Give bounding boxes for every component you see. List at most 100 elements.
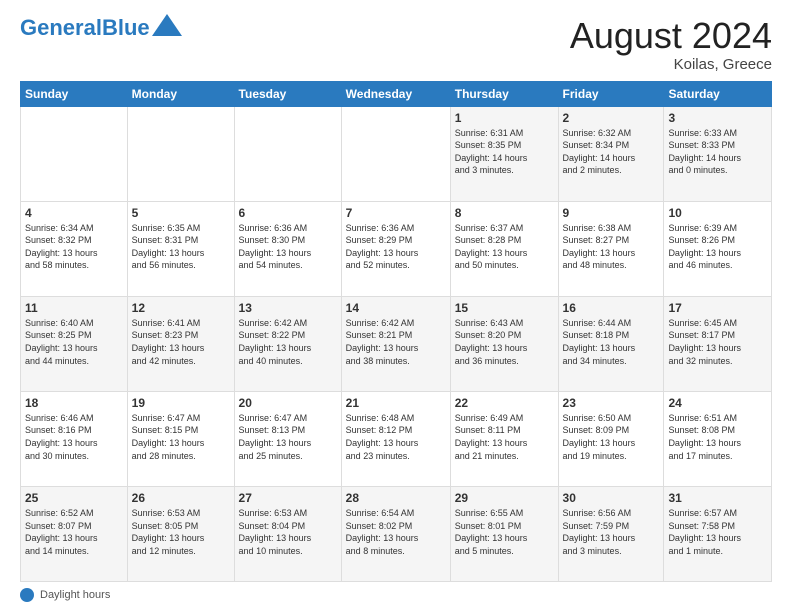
day-info: Sunrise: 6:52 AM Sunset: 8:07 PM Dayligh… (25, 507, 123, 557)
calendar: Sunday Monday Tuesday Wednesday Thursday… (20, 81, 772, 582)
logo: GeneralBlue (20, 16, 182, 40)
col-saturday: Saturday (664, 81, 772, 106)
day-info: Sunrise: 6:32 AM Sunset: 8:34 PM Dayligh… (563, 127, 660, 177)
calendar-cell-2-6: 17 Sunrise: 6:45 AM Sunset: 8:17 PM Dayli… (664, 296, 772, 391)
day-number: 23 (563, 396, 660, 410)
calendar-week-0: 1Sunrise: 6:31 AM Sunset: 8:35 PM Daylig… (21, 106, 772, 201)
calendar-cell-2-5: 16Sunrise: 6:44 AM Sunset: 8:18 PM Dayli… (558, 296, 664, 391)
calendar-cell-3-3: 21 Sunrise: 6:48 AM Sunset: 8:12 PM Dayli… (341, 391, 450, 486)
calendar-cell-1-3: 7 Sunrise: 6:36 AM Sunset: 8:29 PM Daylig… (341, 201, 450, 296)
calendar-week-3: 18Sunrise: 6:46 AM Sunset: 8:16 PM Dayli… (21, 391, 772, 486)
calendar-cell-1-5: 9Sunrise: 6:38 AM Sunset: 8:27 PM Daylig… (558, 201, 664, 296)
day-info: Sunrise: 6:50 AM Sunset: 8:09 PM Dayligh… (563, 412, 660, 462)
calendar-cell-0-6: 3 Sunrise: 6:33 AM Sunset: 8:33 PM Daylig… (664, 106, 772, 201)
calendar-cell-1-0: 4 Sunrise: 6:34 AM Sunset: 8:32 PM Daylig… (21, 201, 128, 296)
day-info: Sunrise: 6:34 AM Sunset: 8:32 PM Dayligh… (25, 222, 123, 272)
calendar-cell-2-4: 15 Sunrise: 6:43 AM Sunset: 8:20 PM Dayli… (450, 296, 558, 391)
calendar-cell-3-2: 20 Sunrise: 6:47 AM Sunset: 8:13 PM Dayli… (234, 391, 341, 486)
day-number: 17 (668, 301, 767, 315)
day-number: 28 (346, 491, 446, 505)
day-number: 25 (25, 491, 123, 505)
calendar-cell-1-2: 6Sunrise: 6:36 AM Sunset: 8:30 PM Daylig… (234, 201, 341, 296)
day-number: 4 (25, 206, 123, 220)
day-info: Sunrise: 6:37 AM Sunset: 8:28 PM Dayligh… (455, 222, 554, 272)
calendar-week-1: 4 Sunrise: 6:34 AM Sunset: 8:32 PM Daylig… (21, 201, 772, 296)
calendar-cell-4-2: 27Sunrise: 6:53 AM Sunset: 8:04 PM Dayli… (234, 486, 341, 581)
col-thursday: Thursday (450, 81, 558, 106)
header-row: Sunday Monday Tuesday Wednesday Thursday… (21, 81, 772, 106)
calendar-cell-3-1: 19 Sunrise: 6:47 AM Sunset: 8:15 PM Dayli… (127, 391, 234, 486)
day-number: 11 (25, 301, 123, 315)
calendar-cell-2-3: 14Sunrise: 6:42 AM Sunset: 8:21 PM Dayli… (341, 296, 450, 391)
day-number: 22 (455, 396, 554, 410)
page: GeneralBlue August 2024 Koilas, Greece S… (0, 0, 792, 612)
logo-icon (152, 14, 182, 36)
day-number: 20 (239, 396, 337, 410)
calendar-cell-2-0: 11Sunrise: 6:40 AM Sunset: 8:25 PM Dayli… (21, 296, 128, 391)
calendar-cell-0-4: 1Sunrise: 6:31 AM Sunset: 8:35 PM Daylig… (450, 106, 558, 201)
calendar-cell-1-1: 5Sunrise: 6:35 AM Sunset: 8:31 PM Daylig… (127, 201, 234, 296)
calendar-cell-0-5: 2 Sunrise: 6:32 AM Sunset: 8:34 PM Daylig… (558, 106, 664, 201)
day-number: 10 (668, 206, 767, 220)
day-info: Sunrise: 6:49 AM Sunset: 8:11 PM Dayligh… (455, 412, 554, 462)
daylight-label: Daylight hours (40, 589, 110, 601)
day-info: Sunrise: 6:44 AM Sunset: 8:18 PM Dayligh… (563, 317, 660, 367)
day-info: Sunrise: 6:53 AM Sunset: 8:05 PM Dayligh… (132, 507, 230, 557)
day-number: 29 (455, 491, 554, 505)
day-info: Sunrise: 6:51 AM Sunset: 8:08 PM Dayligh… (668, 412, 767, 462)
day-number: 15 (455, 301, 554, 315)
calendar-cell-1-4: 8 Sunrise: 6:37 AM Sunset: 8:28 PM Daylig… (450, 201, 558, 296)
day-number: 24 (668, 396, 767, 410)
day-number: 5 (132, 206, 230, 220)
calendar-cell-1-6: 10 Sunrise: 6:39 AM Sunset: 8:26 PM Dayli… (664, 201, 772, 296)
day-number: 21 (346, 396, 446, 410)
day-number: 12 (132, 301, 230, 315)
day-info: Sunrise: 6:36 AM Sunset: 8:30 PM Dayligh… (239, 222, 337, 272)
day-info: Sunrise: 6:47 AM Sunset: 8:13 PM Dayligh… (239, 412, 337, 462)
day-number: 3 (668, 111, 767, 125)
calendar-cell-3-5: 23 Sunrise: 6:50 AM Sunset: 8:09 PM Dayli… (558, 391, 664, 486)
day-number: 2 (563, 111, 660, 125)
day-info: Sunrise: 6:56 AM Sunset: 7:59 PM Dayligh… (563, 507, 660, 557)
day-number: 7 (346, 206, 446, 220)
calendar-cell-0-3 (341, 106, 450, 201)
day-info: Sunrise: 6:42 AM Sunset: 8:22 PM Dayligh… (239, 317, 337, 367)
day-info: Sunrise: 6:38 AM Sunset: 8:27 PM Dayligh… (563, 222, 660, 272)
day-number: 30 (563, 491, 660, 505)
daylight-icon (20, 588, 34, 602)
day-info: Sunrise: 6:55 AM Sunset: 8:01 PM Dayligh… (455, 507, 554, 557)
calendar-cell-4-5: 30 Sunrise: 6:56 AM Sunset: 7:59 PM Dayli… (558, 486, 664, 581)
footer: Daylight hours (20, 588, 772, 602)
calendar-cell-0-1 (127, 106, 234, 201)
calendar-week-2: 11Sunrise: 6:40 AM Sunset: 8:25 PM Dayli… (21, 296, 772, 391)
day-info: Sunrise: 6:47 AM Sunset: 8:15 PM Dayligh… (132, 412, 230, 462)
day-info: Sunrise: 6:54 AM Sunset: 8:02 PM Dayligh… (346, 507, 446, 557)
col-sunday: Sunday (21, 81, 128, 106)
calendar-cell-0-2 (234, 106, 341, 201)
day-info: Sunrise: 6:57 AM Sunset: 7:58 PM Dayligh… (668, 507, 767, 557)
day-number: 14 (346, 301, 446, 315)
calendar-cell-3-6: 24 Sunrise: 6:51 AM Sunset: 8:08 PM Dayli… (664, 391, 772, 486)
location: Koilas, Greece (570, 56, 772, 73)
calendar-cell-3-0: 18Sunrise: 6:46 AM Sunset: 8:16 PM Dayli… (21, 391, 128, 486)
day-info: Sunrise: 6:45 AM Sunset: 8:17 PM Dayligh… (668, 317, 767, 367)
calendar-cell-4-3: 28 Sunrise: 6:54 AM Sunset: 8:02 PM Dayli… (341, 486, 450, 581)
day-number: 19 (132, 396, 230, 410)
day-number: 8 (455, 206, 554, 220)
day-info: Sunrise: 6:36 AM Sunset: 8:29 PM Dayligh… (346, 222, 446, 272)
calendar-cell-4-1: 26Sunrise: 6:53 AM Sunset: 8:05 PM Dayli… (127, 486, 234, 581)
day-number: 1 (455, 111, 554, 125)
col-tuesday: Tuesday (234, 81, 341, 106)
month-year: August 2024 (570, 16, 772, 56)
col-friday: Friday (558, 81, 664, 106)
calendar-week-4: 25 Sunrise: 6:52 AM Sunset: 8:07 PM Dayli… (21, 486, 772, 581)
calendar-cell-4-4: 29 Sunrise: 6:55 AM Sunset: 8:01 PM Dayli… (450, 486, 558, 581)
calendar-table: Sunday Monday Tuesday Wednesday Thursday… (20, 81, 772, 582)
day-info: Sunrise: 6:46 AM Sunset: 8:16 PM Dayligh… (25, 412, 123, 462)
day-info: Sunrise: 6:33 AM Sunset: 8:33 PM Dayligh… (668, 127, 767, 177)
calendar-cell-2-2: 13Sunrise: 6:42 AM Sunset: 8:22 PM Dayli… (234, 296, 341, 391)
day-info: Sunrise: 6:43 AM Sunset: 8:20 PM Dayligh… (455, 317, 554, 367)
day-info: Sunrise: 6:48 AM Sunset: 8:12 PM Dayligh… (346, 412, 446, 462)
day-info: Sunrise: 6:39 AM Sunset: 8:26 PM Dayligh… (668, 222, 767, 272)
header: GeneralBlue August 2024 Koilas, Greece (20, 16, 772, 73)
